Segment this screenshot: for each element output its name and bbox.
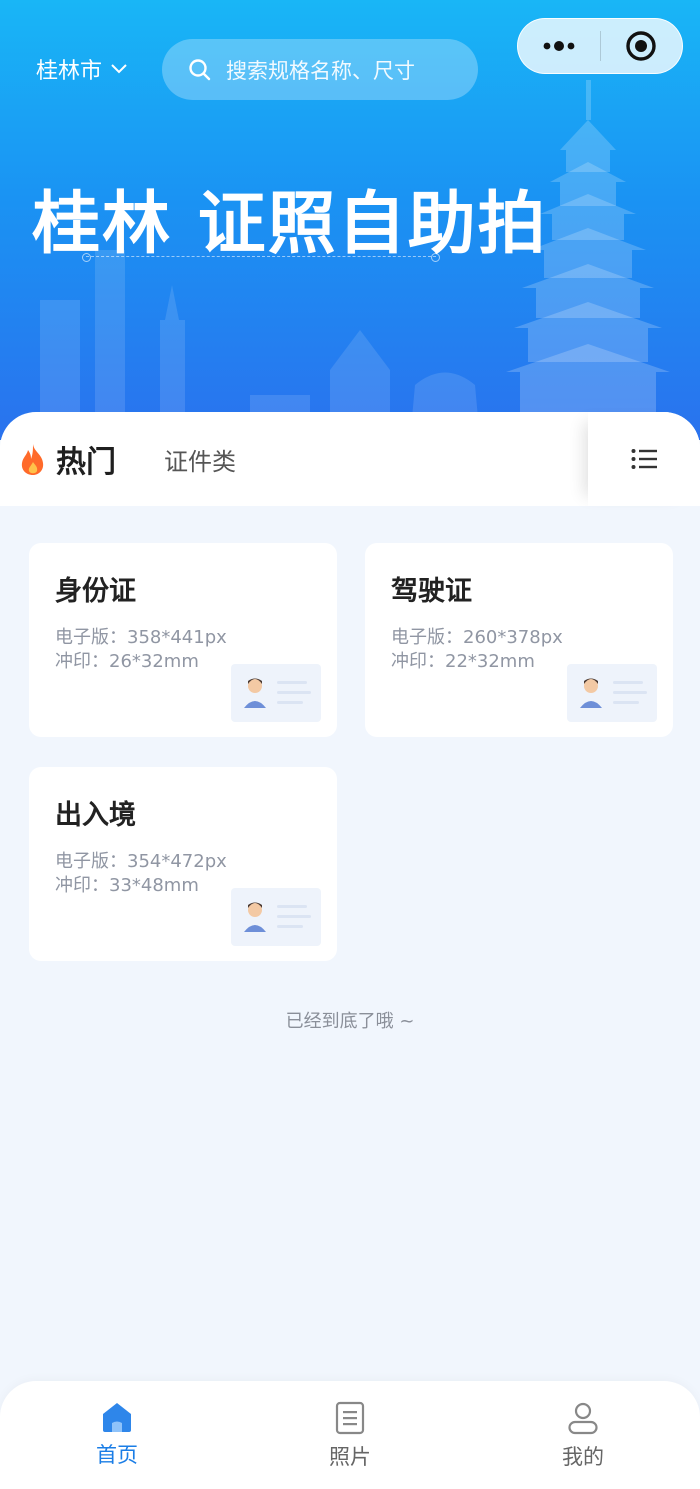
search-placeholder: 搜索规格名称、尺寸 bbox=[226, 58, 415, 83]
hero-banner: 桂林市 搜索规格名称、尺寸 桂林 证照自助拍 bbox=[0, 0, 700, 440]
close-miniprogram-button[interactable] bbox=[601, 19, 683, 73]
bottom-navigation: 首页 照片 我的 bbox=[0, 1381, 700, 1489]
search-icon bbox=[189, 58, 211, 80]
card-print-size: 冲印：33*48mm bbox=[55, 875, 199, 896]
city-name: 桂林市 bbox=[36, 59, 103, 84]
user-icon bbox=[568, 1402, 598, 1435]
card-title: 身份证 bbox=[55, 576, 136, 607]
home-icon bbox=[103, 1403, 131, 1432]
card-print-size: 冲印：22*32mm bbox=[391, 651, 535, 672]
category-tabs: 热门 证件类 bbox=[0, 412, 700, 506]
search-input[interactable]: 搜索规格名称、尺寸 bbox=[162, 39, 478, 100]
id-card-thumbnail-icon bbox=[231, 664, 321, 722]
card-digital-size: 电子版：354*472px bbox=[55, 851, 227, 872]
card-title: 出入境 bbox=[55, 800, 136, 831]
nav-label-home: 首页 bbox=[96, 1443, 138, 1467]
list-menu-icon bbox=[631, 449, 657, 469]
more-options-button[interactable] bbox=[518, 19, 600, 73]
card-title: 驾驶证 bbox=[391, 576, 472, 607]
tab-hot-label: 热门 bbox=[56, 445, 116, 480]
hero-title: 桂林 证照自助拍 bbox=[32, 185, 548, 264]
id-card-thumbnail-icon bbox=[231, 888, 321, 946]
tab-certificates[interactable]: 证件类 bbox=[164, 442, 236, 477]
nav-label-mine: 我的 bbox=[562, 1445, 604, 1469]
nav-item-home[interactable]: 首页 bbox=[57, 1401, 177, 1469]
spec-card-exit-entry[interactable]: 出入境 电子版：354*472px 冲印：33*48mm bbox=[29, 767, 337, 961]
chevron-down-icon bbox=[111, 64, 127, 74]
id-card-thumbnail-icon bbox=[567, 664, 657, 722]
title-decoration bbox=[82, 253, 440, 262]
card-digital-size: 电子版：260*378px bbox=[391, 627, 563, 648]
tab-hot[interactable]: 热门 bbox=[18, 437, 116, 481]
nav-label-photos: 照片 bbox=[329, 1445, 371, 1469]
flame-icon bbox=[21, 444, 44, 475]
photo-doc-icon bbox=[335, 1401, 365, 1435]
spec-card-id-card[interactable]: 身份证 电子版：358*441px 冲印：26*32mm bbox=[29, 543, 337, 737]
nav-item-mine[interactable]: 我的 bbox=[523, 1401, 643, 1471]
target-circle-icon bbox=[626, 31, 656, 61]
city-selector[interactable]: 桂林市 bbox=[36, 52, 128, 86]
card-digital-size: 电子版：358*441px bbox=[55, 627, 227, 648]
card-print-size: 冲印：26*32mm bbox=[55, 651, 199, 672]
nav-item-photos[interactable]: 照片 bbox=[290, 1401, 410, 1471]
category-menu-button[interactable] bbox=[588, 412, 700, 506]
spec-card-driver-license[interactable]: 驾驶证 电子版：260*378px 冲印：22*32mm bbox=[365, 543, 673, 737]
more-dots-icon bbox=[543, 41, 575, 51]
mini-program-capsule bbox=[517, 18, 683, 74]
end-of-list-text: 已经到底了哦 ~ bbox=[285, 1011, 415, 1032]
